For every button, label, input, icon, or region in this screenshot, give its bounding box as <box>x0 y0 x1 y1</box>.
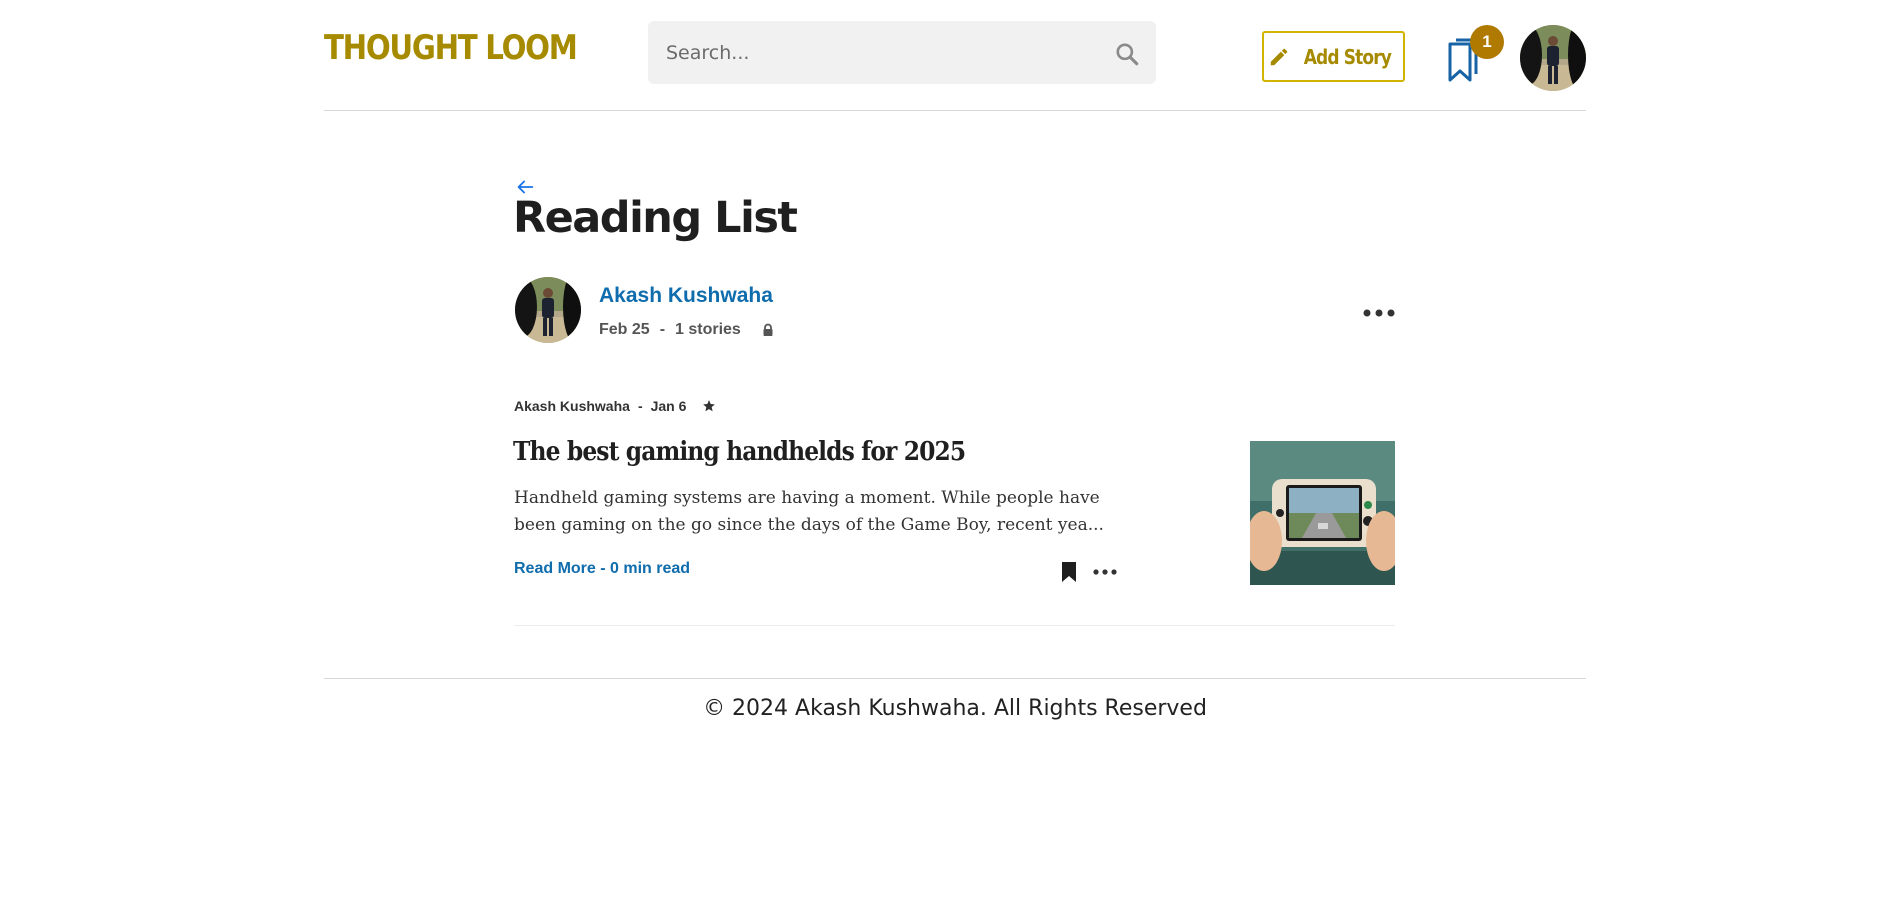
user-avatar[interactable] <box>1520 25 1586 91</box>
list-meta: Feb 25 - 1 stories <box>599 321 775 339</box>
lock-icon <box>763 323 773 336</box>
avatar-image <box>1520 25 1586 91</box>
footer-copyright: © 2024 Akash Kushwaha. All Rights Reserv… <box>703 696 1207 721</box>
list-date: Feb 25 <box>599 321 650 338</box>
add-story-button[interactable]: Add Story <box>1262 31 1405 82</box>
site-logo[interactable]: THOUGHT LOOM <box>324 28 578 68</box>
story-excerpt: Handheld gaming systems are having a mom… <box>514 488 1104 535</box>
pencil-icon <box>1270 48 1288 65</box>
bookmark-count-badge: 1 <box>1470 25 1504 59</box>
story-meta: Akash Kushwaha - Jan 6 <box>514 398 716 414</box>
thumbnail-image <box>1250 441 1395 585</box>
story-title[interactable]: The best gaming handhelds for 2025 <box>513 437 966 467</box>
story-divider <box>514 625 1395 626</box>
more-horizontal-icon[interactable] <box>1092 566 1118 578</box>
story-thumbnail[interactable] <box>1250 441 1395 585</box>
page-title: Reading List <box>513 193 798 243</box>
story-date: Jan 6 <box>650 398 687 414</box>
top-nav: THOUGHT LOOM Add Story 1 <box>324 0 1586 111</box>
more-horizontal-icon[interactable] <box>1362 306 1396 320</box>
read-more-link[interactable]: Read More - 0 min read <box>514 560 690 578</box>
footer-divider <box>324 678 1586 679</box>
search-icon[interactable] <box>1114 41 1140 67</box>
author-avatar[interactable] <box>515 277 581 343</box>
bookmark-filled-icon[interactable] <box>1059 560 1079 584</box>
add-story-label: Add Story <box>1303 44 1392 69</box>
story-author[interactable]: Akash Kushwaha <box>514 398 630 414</box>
meta-separator: - <box>637 398 643 414</box>
story-count: 1 stories <box>675 321 741 338</box>
author-name-link[interactable]: Akash Kushwaha <box>599 284 773 308</box>
avatar-image <box>515 277 581 343</box>
star-icon <box>703 400 716 412</box>
meta-separator: - <box>659 321 666 338</box>
search-bar <box>648 21 1156 84</box>
search-input[interactable] <box>648 21 1108 84</box>
